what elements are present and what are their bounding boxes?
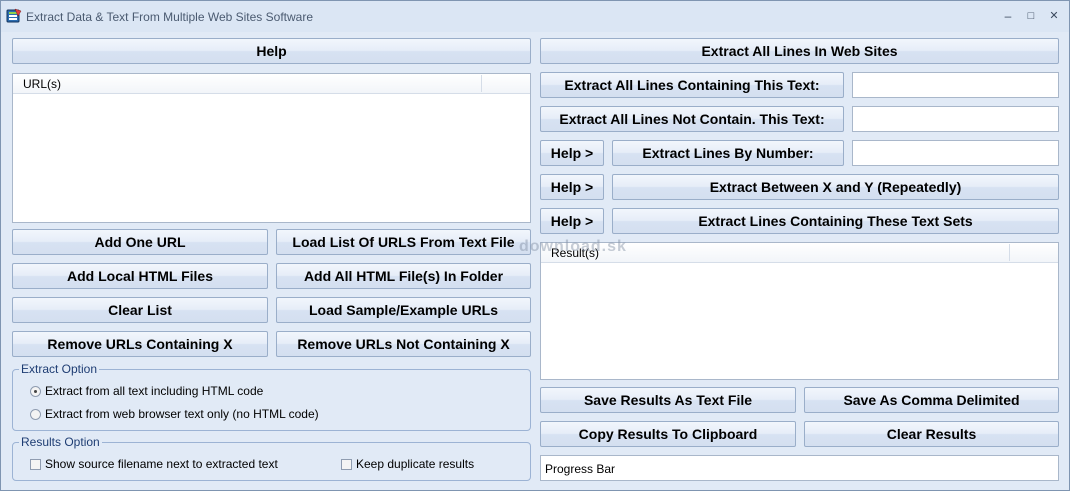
extract-all-lines-button[interactable]: Extract All Lines In Web Sites	[540, 38, 1059, 64]
add-html-folder-button[interactable]: Add All HTML File(s) In Folder	[276, 263, 531, 289]
remove-urls-not-containing-button[interactable]: Remove URLs Not Containing X	[276, 331, 531, 357]
help-by-number-button[interactable]: Help >	[540, 140, 604, 166]
results-list[interactable]: Result(s)	[540, 242, 1059, 380]
help-text-sets-button[interactable]: Help >	[540, 208, 604, 234]
progress-bar: Progress Bar	[540, 455, 1059, 481]
show-source-checkbox[interactable]	[30, 459, 41, 470]
radio-all-text[interactable]	[30, 386, 41, 397]
keep-duplicates-label[interactable]: Keep duplicate results	[356, 457, 474, 471]
save-text-file-button[interactable]: Save Results As Text File	[540, 387, 796, 413]
clear-list-button[interactable]: Clear List	[12, 297, 268, 323]
radio-selected-dot	[34, 390, 37, 393]
window-title: Extract Data & Text From Multiple Web Si…	[26, 10, 313, 24]
extract-not-containing-button[interactable]: Extract All Lines Not Contain. This Text…	[540, 106, 844, 132]
extract-between-button[interactable]: Extract Between X and Y (Repeatedly)	[612, 174, 1059, 200]
option-browser-text-label[interactable]: Extract from web browser text only (no H…	[45, 407, 319, 421]
url-list-header-label: URL(s)	[23, 77, 61, 91]
add-one-url-button[interactable]: Add One URL	[12, 229, 268, 255]
copy-clipboard-button[interactable]: Copy Results To Clipboard	[540, 421, 796, 447]
results-option-group: Results Option Show source filename next…	[12, 435, 531, 481]
extract-text-sets-button[interactable]: Extract Lines Containing These Text Sets	[612, 208, 1059, 234]
clear-results-button[interactable]: Clear Results	[804, 421, 1059, 447]
minimize-icon[interactable]: –	[997, 7, 1019, 25]
remove-urls-containing-button[interactable]: Remove URLs Containing X	[12, 331, 268, 357]
add-local-html-button[interactable]: Add Local HTML Files	[12, 263, 268, 289]
url-list[interactable]: URL(s)	[12, 73, 531, 223]
progress-label: Progress Bar	[545, 462, 616, 476]
extract-option-group: Extract Option Extract from all text inc…	[12, 362, 531, 431]
close-icon[interactable]: ✕	[1043, 7, 1065, 25]
load-sample-urls-button[interactable]: Load Sample/Example URLs	[276, 297, 531, 323]
line-number-input[interactable]	[852, 140, 1059, 166]
app-icon	[6, 8, 22, 23]
extract-option-title: Extract Option	[19, 362, 100, 376]
watermark-text: download.sk	[519, 238, 627, 255]
help-button[interactable]: Help	[12, 38, 531, 64]
help-between-button[interactable]: Help >	[540, 174, 604, 200]
column-divider[interactable]	[1009, 244, 1010, 261]
radio-browser-text[interactable]	[30, 409, 41, 420]
results-option-title: Results Option	[19, 435, 102, 449]
column-divider[interactable]	[481, 75, 482, 92]
maximize-icon[interactable]: □	[1020, 7, 1042, 25]
url-list-header[interactable]: URL(s)	[13, 74, 530, 94]
not-containing-text-input[interactable]	[852, 106, 1059, 132]
load-url-list-button[interactable]: Load List Of URLS From Text File	[276, 229, 531, 255]
extract-by-number-button[interactable]: Extract Lines By Number:	[612, 140, 844, 166]
title-bar: Extract Data & Text From Multiple Web Si…	[1, 1, 1069, 32]
save-comma-delimited-button[interactable]: Save As Comma Delimited	[804, 387, 1059, 413]
show-source-label[interactable]: Show source filename next to extracted t…	[45, 457, 278, 471]
extract-containing-button[interactable]: Extract All Lines Containing This Text:	[540, 72, 844, 98]
containing-text-input[interactable]	[852, 72, 1059, 98]
app-window: Extract Data & Text From Multiple Web Si…	[0, 0, 1070, 491]
option-all-text-label[interactable]: Extract from all text including HTML cod…	[45, 384, 263, 398]
keep-duplicates-checkbox[interactable]	[341, 459, 352, 470]
